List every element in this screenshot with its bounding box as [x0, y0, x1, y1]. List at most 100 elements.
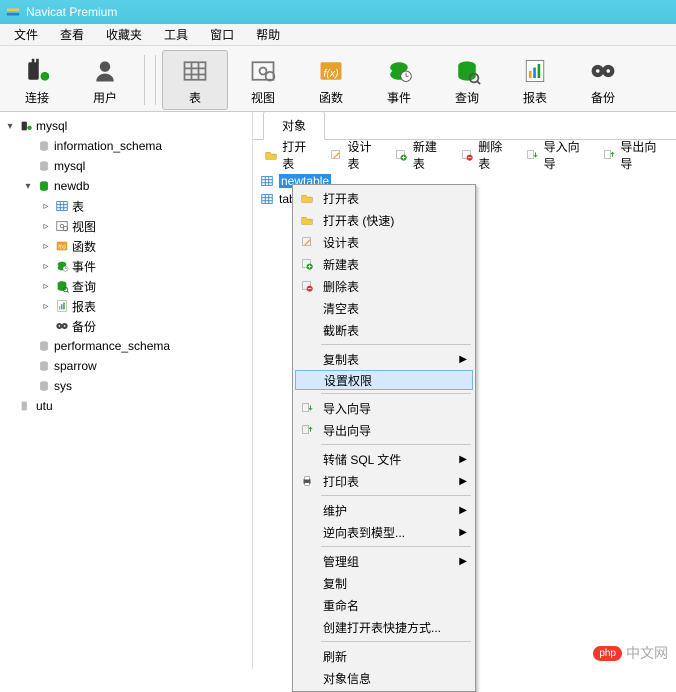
- context-item[interactable]: 刷新: [295, 645, 473, 667]
- menu-favorites[interactable]: 收藏夹: [96, 24, 152, 45]
- query-icon: [54, 278, 70, 294]
- design-icon: [328, 147, 343, 163]
- context-item[interactable]: 导入向导: [295, 397, 473, 419]
- query-icon: [451, 55, 483, 87]
- tree-item[interactable]: ▹事件: [0, 256, 252, 276]
- tree-item[interactable]: ▹查询: [0, 276, 252, 296]
- context-item[interactable]: 截断表: [295, 319, 473, 341]
- toolbar-connect-button[interactable]: 连接: [4, 50, 70, 110]
- tree-label: 表: [72, 198, 84, 215]
- toolbar-table-button[interactable]: 表: [162, 50, 228, 110]
- context-item[interactable]: 设置权限: [295, 370, 473, 390]
- delete-icon: [297, 276, 317, 296]
- context-item[interactable]: 设计表: [295, 231, 473, 253]
- context-item[interactable]: 逆向表到模型...▶: [295, 521, 473, 543]
- context-menu[interactable]: 打开表打开表 (快速)设计表新建表删除表清空表截断表复制表▶设置权限导入向导导出…: [292, 184, 476, 692]
- blank-icon: [297, 349, 317, 369]
- import-icon: [297, 398, 317, 418]
- objtool-open-button[interactable]: 打开表: [259, 136, 320, 174]
- watermark-text: 中文网: [626, 643, 668, 663]
- context-item[interactable]: 清空表: [295, 297, 473, 319]
- tree-twisty[interactable]: ▹: [40, 301, 52, 312]
- tree-item[interactable]: ▾ newdb: [0, 176, 252, 196]
- toolbar-label: 查询: [455, 89, 479, 106]
- menu-view[interactable]: 查看: [50, 24, 94, 45]
- context-item[interactable]: 维护 ▶: [295, 499, 473, 521]
- tree-item[interactable]: ▾mysql: [0, 116, 252, 136]
- context-item[interactable]: 管理组▶: [295, 550, 473, 572]
- context-item[interactable]: 新建表: [295, 253, 473, 275]
- context-item[interactable]: 复制表▶: [295, 348, 473, 370]
- context-item[interactable]: 删除表: [295, 275, 473, 297]
- conn-on-icon: [18, 118, 34, 134]
- tree-twisty[interactable]: ▹: [40, 281, 52, 292]
- context-item[interactable]: 打开表: [295, 187, 473, 209]
- tree-item[interactable]: ▹ 视图: [0, 216, 252, 236]
- tree-item[interactable]: ▹表: [0, 196, 252, 216]
- toolbar-user-button[interactable]: 用户: [72, 50, 138, 110]
- context-item[interactable]: 复制: [295, 572, 473, 594]
- tree-item[interactable]: 备份: [0, 316, 252, 336]
- tree-item[interactable]: sys: [0, 376, 252, 396]
- objtool-label: 导出向导: [620, 138, 666, 172]
- menu-window[interactable]: 窗口: [200, 24, 244, 45]
- toolbar-backup-button[interactable]: 备份: [570, 50, 636, 110]
- toolbar-view-button[interactable]: 视图: [230, 50, 296, 110]
- submenu-arrow-icon: ▶: [459, 505, 467, 516]
- context-item[interactable]: 创建打开表快捷方式...: [295, 616, 473, 638]
- tab-objects[interactable]: 对象: [263, 111, 325, 140]
- toolbar-query-button[interactable]: 查询: [434, 50, 500, 110]
- toolbar-report-button[interactable]: 报表: [502, 50, 568, 110]
- objtool-label: 删除表: [478, 138, 512, 172]
- submenu-arrow-icon: ▶: [459, 354, 467, 365]
- context-label: 打开表: [317, 190, 455, 207]
- tape-icon: [54, 318, 70, 334]
- db-icon: [36, 158, 52, 174]
- tree-item[interactable]: mysql: [0, 156, 252, 176]
- menu-tools[interactable]: 工具: [154, 24, 198, 45]
- tree-item[interactable]: ▹f(x)函数: [0, 236, 252, 256]
- delete-icon: [459, 147, 474, 163]
- tree-label: newdb: [54, 179, 89, 193]
- tree-twisty[interactable]: ▹: [40, 221, 52, 232]
- sidebar-tree[interactable]: ▾mysqlinformation_schemamysql▾newdb▹表▹视图…: [0, 112, 253, 669]
- submenu-arrow-icon: ▶: [459, 476, 467, 487]
- app-icon: [6, 5, 20, 19]
- objtool-label: 设计表: [348, 138, 382, 172]
- tree-label: 视图: [72, 218, 96, 235]
- context-item[interactable]: 重命名: [295, 594, 473, 616]
- tree-item[interactable]: performance_schema: [0, 336, 252, 356]
- toolbar-event-button[interactable]: 事件: [366, 50, 432, 110]
- blank-icon: [297, 617, 317, 637]
- objtool-design-button[interactable]: 设计表: [324, 136, 385, 174]
- context-item[interactable]: 对象信息: [295, 667, 473, 689]
- context-item[interactable]: 转储 SQL 文件▶: [295, 448, 473, 470]
- context-item[interactable]: 打印表▶: [295, 470, 473, 492]
- tree-item[interactable]: sparrow: [0, 356, 252, 376]
- table-icon: [259, 191, 275, 207]
- objtool-delete-button[interactable]: 删除表: [455, 136, 516, 174]
- context-item[interactable]: 打开表 (快速): [295, 209, 473, 231]
- tree-item[interactable]: ▹报表: [0, 296, 252, 316]
- table-icon: [259, 173, 275, 189]
- toolbar-function-button[interactable]: f(x)函数: [298, 50, 364, 110]
- context-label: 维护: [317, 502, 455, 519]
- toolbar-label: 表: [189, 89, 201, 106]
- tree-twisty[interactable]: ▹: [40, 201, 52, 212]
- context-label: 创建打开表快捷方式...: [317, 619, 455, 636]
- objtool-export-button[interactable]: 导出向导: [597, 136, 670, 174]
- context-separator: [321, 344, 471, 345]
- menu-help[interactable]: 帮助: [246, 24, 290, 45]
- tree-item[interactable]: utu: [0, 396, 252, 416]
- tree-item[interactable]: information_schema: [0, 136, 252, 156]
- tree-twisty[interactable]: ▾: [4, 121, 16, 132]
- menu-file[interactable]: 文件: [4, 24, 48, 45]
- objtool-import-button[interactable]: 导入向导: [520, 136, 593, 174]
- context-item[interactable]: 导出向导: [295, 419, 473, 441]
- context-separator: [321, 444, 471, 445]
- blank-icon: [297, 573, 317, 593]
- tree-twisty[interactable]: ▹: [40, 261, 52, 272]
- tree-twisty[interactable]: ▹: [40, 241, 52, 252]
- objtool-new-button[interactable]: 新建表: [390, 136, 451, 174]
- tree-twisty[interactable]: ▾: [22, 181, 34, 192]
